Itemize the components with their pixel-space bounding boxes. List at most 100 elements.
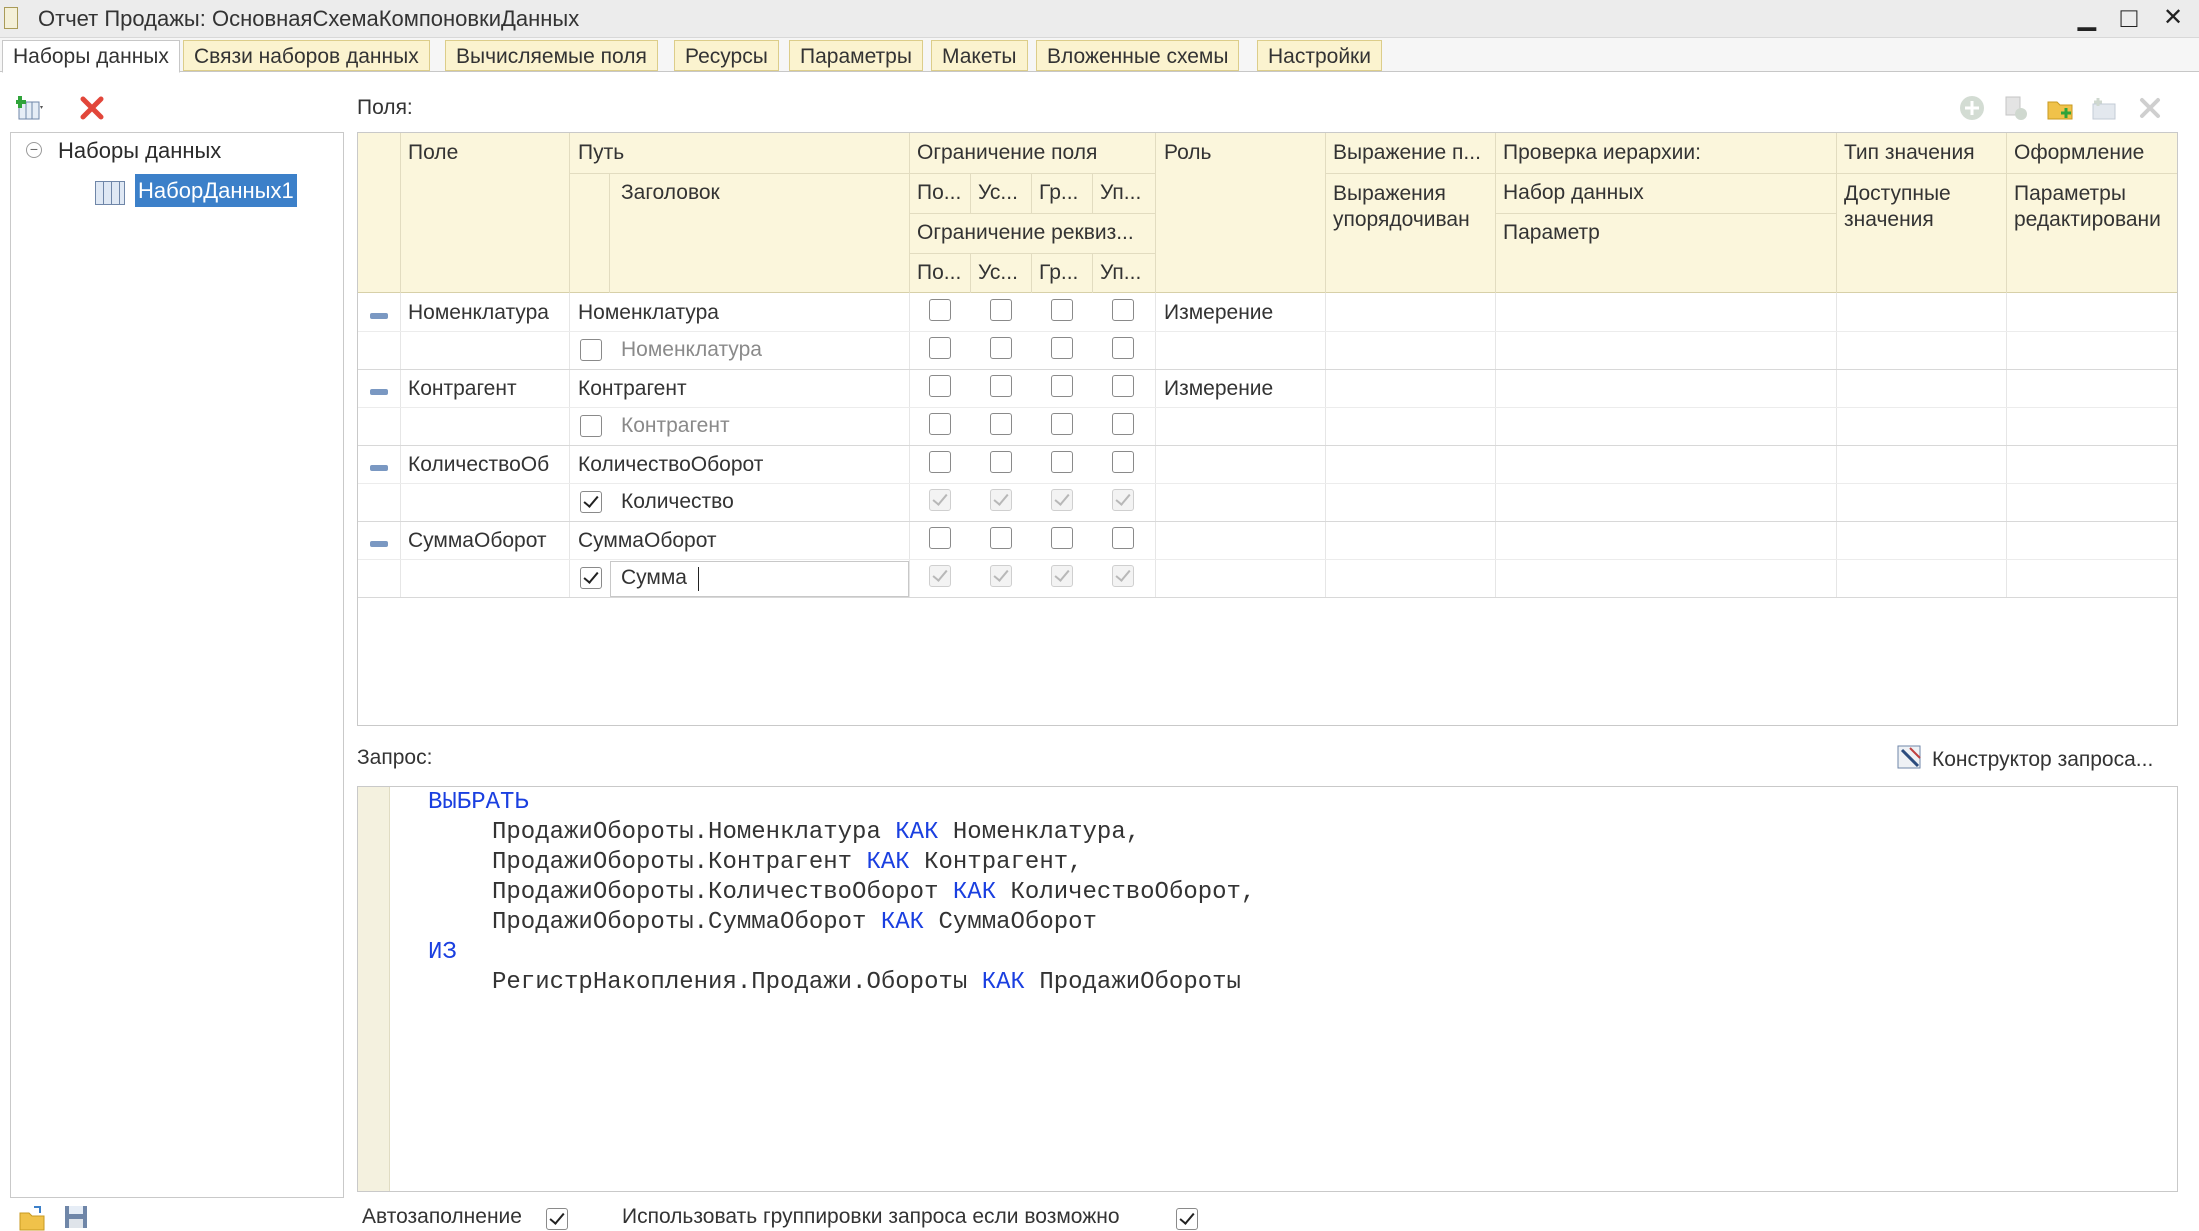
restr-field-po-checkbox[interactable] (929, 527, 951, 549)
field-name[interactable]: Контрагент (408, 377, 566, 401)
restr-field-up-checkbox[interactable] (1112, 299, 1134, 321)
col-restr-attr-gr[interactable]: Гр... (1039, 261, 1078, 285)
add-nested-icon[interactable] (2090, 94, 2118, 122)
field-title[interactable]: Количество (621, 490, 734, 514)
field-name[interactable]: СуммаОборот (408, 529, 566, 553)
title-checkbox[interactable] (580, 339, 602, 361)
tab-resources[interactable]: Ресурсы (674, 40, 779, 71)
restr-field-us-checkbox[interactable] (990, 451, 1012, 473)
col-restr-field-gr[interactable]: Гр... (1039, 181, 1078, 205)
col-hierarchy-parameter[interactable]: Параметр (1503, 221, 1600, 245)
field-name[interactable]: Номенклатура (408, 301, 566, 325)
restr-field-gr-checkbox[interactable] (1051, 527, 1073, 549)
field-role[interactable]: Измерение (1164, 377, 1273, 401)
add-field-icon[interactable] (1958, 94, 1986, 122)
restr-field-gr-checkbox[interactable] (1051, 299, 1073, 321)
add-dataset-icon[interactable] (16, 94, 44, 122)
title-checkbox[interactable] (580, 415, 602, 437)
restr-field-up-checkbox[interactable] (1112, 451, 1134, 473)
restr-field-up-checkbox[interactable] (1112, 527, 1134, 549)
field-title[interactable]: Номенклатура (621, 338, 762, 362)
col-restr-field-up[interactable]: Уп... (1100, 181, 1141, 205)
field-path[interactable]: Номенклатура (578, 301, 719, 325)
use-groupings-checkbox[interactable] (1176, 1208, 1198, 1230)
col-attr-restriction[interactable]: Ограничение реквиз... (917, 221, 1153, 245)
query-builder-icon[interactable] (1896, 744, 1924, 772)
tab-datasets[interactable]: Наборы данных (2, 40, 180, 73)
open-file-icon[interactable] (18, 1203, 46, 1231)
close-button[interactable]: ✕ (2160, 6, 2186, 32)
collapse-row-icon[interactable] (370, 389, 388, 395)
minimize-button[interactable]: ▁ (2074, 6, 2100, 32)
restr-field-up-checkbox[interactable] (1112, 375, 1134, 397)
collapse-row-icon[interactable] (370, 465, 388, 471)
field-title-editing[interactable]: Сумма (621, 566, 687, 590)
restr-attr-us-checkbox[interactable] (990, 413, 1012, 435)
add-folder-icon[interactable] (2046, 94, 2074, 122)
col-hierarchy-dataset[interactable]: Набор данных (1503, 181, 1644, 205)
field-role[interactable]: Измерение (1164, 301, 1273, 325)
col-hierarchy-check[interactable]: Проверка иерархии: (1503, 141, 1701, 165)
field-name[interactable]: КоличествоОб (408, 453, 566, 477)
restr-attr-gr-checkbox[interactable] (1051, 337, 1073, 359)
col-restr-attr-po[interactable]: По... (917, 261, 961, 285)
title-checkbox[interactable] (580, 567, 602, 589)
restr-field-gr-checkbox[interactable] (1051, 375, 1073, 397)
restr-field-gr-checkbox[interactable] (1051, 451, 1073, 473)
title-checkbox[interactable] (580, 491, 602, 513)
restr-field-us-checkbox[interactable] (990, 299, 1012, 321)
field-path[interactable]: СуммаОборот (578, 529, 717, 553)
col-field-restriction[interactable]: Ограничение поля (917, 141, 1097, 165)
datasets-tree[interactable] (10, 132, 344, 1198)
col-order-expressions[interactable]: Выражения упорядочиван (1333, 181, 1493, 237)
restr-field-us-checkbox[interactable] (990, 375, 1012, 397)
col-expression[interactable]: Выражение п... (1333, 141, 1493, 165)
tree-item-dataset1[interactable]: НаборДанных1 (135, 174, 297, 207)
restr-field-po-checkbox[interactable] (929, 451, 951, 473)
autofill-checkbox[interactable] (546, 1208, 568, 1230)
tab-calculated-fields[interactable]: Вычисляемые поля (445, 40, 658, 71)
col-restr-attr-up[interactable]: Уп... (1100, 261, 1141, 285)
field-path[interactable]: Контрагент (578, 377, 687, 401)
tab-parameters[interactable]: Параметры (789, 40, 923, 71)
delete-icon[interactable] (78, 94, 106, 122)
save-icon[interactable] (62, 1203, 90, 1231)
tab-settings[interactable]: Настройки (1257, 40, 1382, 71)
tree-root-datasets[interactable]: Наборы данных (58, 138, 221, 164)
tab-dataset-links[interactable]: Связи наборов данных (183, 40, 430, 71)
col-role[interactable]: Роль (1164, 141, 1212, 165)
restr-attr-po-checkbox[interactable] (929, 413, 951, 435)
query-editor[interactable]: ВЫБРАТЬ ПродажиОбороты.Номенклатура КАК … (357, 786, 2178, 1192)
restr-field-us-checkbox[interactable] (990, 527, 1012, 549)
col-value-type[interactable]: Тип значения (1844, 141, 1975, 165)
restr-attr-up-checkbox[interactable] (1112, 337, 1134, 359)
tab-templates[interactable]: Макеты (931, 40, 1028, 71)
restr-attr-gr-checkbox[interactable] (1051, 413, 1073, 435)
delete-field-icon[interactable] (2136, 94, 2164, 122)
copy-field-icon[interactable] (2002, 94, 2030, 122)
col-edit-parameters[interactable]: Параметры редактировани (2014, 181, 2177, 237)
field-path[interactable]: КоличествоОборот (578, 453, 763, 477)
col-available-values[interactable]: Доступные значения (1844, 181, 1994, 237)
collapse-row-icon[interactable] (370, 541, 388, 547)
col-field[interactable]: Поле (408, 141, 458, 165)
field-title[interactable]: Контрагент (621, 414, 730, 438)
tab-nested-schemas[interactable]: Вложенные схемы (1036, 40, 1240, 71)
fields-grid[interactable]: Поле Путь Заголовок Ограничение поля По.… (357, 132, 2178, 726)
collapse-row-icon[interactable] (370, 313, 388, 319)
col-title[interactable]: Заголовок (621, 181, 720, 205)
restr-attr-po-checkbox[interactable] (929, 337, 951, 359)
restr-field-po-checkbox[interactable] (929, 375, 951, 397)
col-path[interactable]: Путь (578, 141, 624, 165)
restr-field-po-checkbox[interactable] (929, 299, 951, 321)
col-restr-attr-us[interactable]: Ус... (978, 261, 1018, 285)
restr-attr-up-checkbox[interactable] (1112, 413, 1134, 435)
restr-attr-us-checkbox[interactable] (990, 337, 1012, 359)
collapse-icon[interactable]: − (26, 142, 42, 158)
col-restr-field-po[interactable]: По... (917, 181, 961, 205)
col-appearance[interactable]: Оформление (2014, 141, 2144, 165)
grid-empty-area[interactable] (358, 598, 2177, 725)
maximize-button[interactable]: □ (2116, 4, 2142, 32)
col-restr-field-us[interactable]: Ус... (978, 181, 1018, 205)
query-builder-button[interactable]: Конструктор запроса... (1932, 748, 2153, 772)
